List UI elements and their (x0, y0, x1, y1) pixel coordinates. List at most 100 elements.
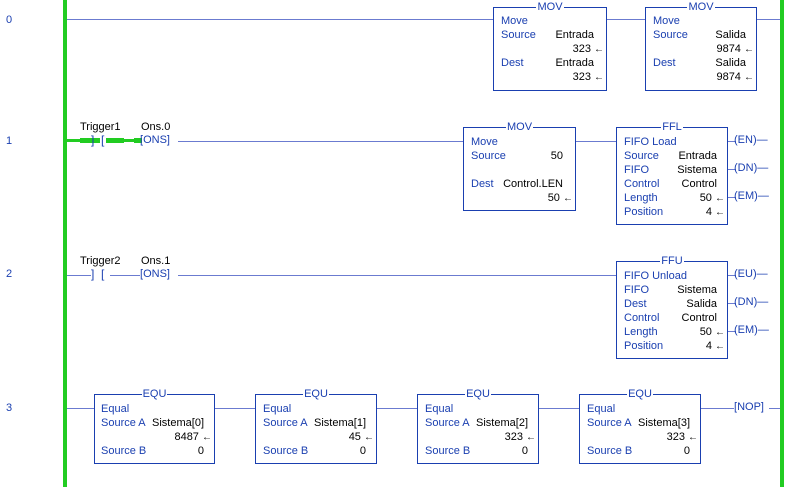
fifo-label: FIFO (624, 284, 650, 296)
source-a-tag[interactable]: Sistema[3] (638, 416, 690, 430)
rung1-ons-instruction[interactable]: [ONS] (140, 134, 170, 147)
rung0-wire-mid (607, 19, 645, 20)
rung0-wire-end (757, 19, 780, 20)
source-b-label: Source B (587, 445, 633, 457)
left-arrow-icon: ← (526, 432, 536, 443)
rung1-contact-energized-2 (106, 138, 124, 143)
dest-tag[interactable]: Entrada (555, 56, 594, 70)
left-arrow-icon: ← (715, 327, 725, 338)
ons-label: ONS (143, 134, 167, 146)
left-arrow-icon: ← (715, 341, 725, 352)
output-label: EM (737, 324, 755, 336)
left-arrow-icon: ← (563, 193, 573, 204)
source-a-label: Source A (425, 417, 470, 429)
rung3-equ-block-3[interactable]: EQU Equal Source A Sistema[3] 323 ← Sour… (579, 388, 701, 464)
rung1-mov-block[interactable]: MOV Move Source 50 Dest Control.LEN 50 ← (463, 121, 576, 211)
control-tag[interactable]: Control (682, 177, 717, 191)
source-label: Source (471, 150, 506, 162)
equ-name: Equal (263, 403, 292, 415)
rung1-output-en[interactable]: (EN)— (734, 134, 768, 147)
source-label: Source (653, 29, 688, 41)
source-value[interactable]: 50 (551, 149, 563, 163)
equ-name: Equal (425, 403, 454, 415)
position-value[interactable]: 4 (706, 206, 712, 218)
source-a-tag[interactable]: Sistema[1] (314, 416, 366, 430)
rung-number-2[interactable]: 2 (6, 268, 12, 280)
rung2-ons-instruction[interactable]: [ONS] (140, 268, 170, 281)
source-a-value: 323 (666, 431, 685, 443)
equ-title: EQU (141, 388, 168, 400)
source-value: 323 (572, 43, 591, 55)
rung1-ons-tag[interactable]: Ons.0 (141, 121, 170, 134)
control-tag[interactable]: Control (682, 311, 717, 325)
rung3-equ-block-1[interactable]: EQU Equal Source A Sistema[1] 45 ← Sourc… (255, 388, 377, 464)
fifo-tag[interactable]: Sistema (677, 283, 717, 297)
rung3-equ-block-2[interactable]: EQU Equal Source A Sistema[2] 323 ← Sour… (417, 388, 539, 464)
dest-value: 323 (572, 71, 591, 83)
dest-label: Dest (501, 57, 524, 69)
rung1-wire-mid (576, 141, 616, 142)
source-a-label: Source A (587, 417, 632, 429)
rung2-output-dn[interactable]: (DN)— (734, 296, 768, 309)
rung0-mov1-block[interactable]: MOV Move Source Entrada 323 ← Dest Entra… (493, 1, 607, 91)
rung2-ons-tag[interactable]: Ons.1 (141, 255, 170, 268)
rung2-wire-2 (110, 275, 140, 276)
source-b-value[interactable]: 0 (684, 444, 690, 458)
ons-label: ONS (143, 268, 167, 280)
rung2-ffu-block[interactable]: FFU FIFO Unload FIFO Sistema Dest Salida… (616, 255, 728, 359)
rung0-mov2-block[interactable]: MOV Move Source Salida 9874 ← Dest Salid… (645, 1, 757, 91)
rung2-xic-contact[interactable]: ] [ (91, 268, 104, 281)
equ-name: Equal (587, 403, 616, 415)
rung-number-1[interactable]: 1 (6, 135, 12, 147)
length-value[interactable]: 50 (700, 326, 712, 338)
length-label: Length (624, 326, 658, 338)
rung2-output-eu[interactable]: (EU)— (734, 268, 768, 281)
left-arrow-icon: ← (744, 72, 754, 83)
rung1-output-dn[interactable]: (DN)— (734, 162, 768, 175)
source-a-tag[interactable]: Sistema[2] (476, 416, 528, 430)
output-label: DN (737, 296, 754, 308)
source-tag[interactable]: Entrada (678, 149, 717, 163)
dest-tag[interactable]: Control.LEN (503, 177, 563, 191)
source-label: Source (624, 150, 659, 162)
output-label: DN (737, 162, 754, 174)
position-label: Position (624, 340, 664, 352)
rung3-wire-start (67, 408, 94, 409)
rung2-output-em[interactable]: (EM)— (734, 324, 769, 337)
length-value[interactable]: 50 (700, 192, 712, 204)
rung1-xic-contact[interactable]: ] [ (91, 134, 104, 147)
output-label: EU (737, 268, 753, 280)
left-arrow-icon: ← (715, 193, 725, 204)
rung3-equ-block-0[interactable]: EQU Equal Source A Sistema[0] 8487 ← Sou… (94, 388, 215, 464)
source-b-value[interactable]: 0 (522, 444, 528, 458)
rung1-ffl-block[interactable]: FFL FIFO Load Source Entrada FIFO Sistem… (616, 121, 728, 225)
source-tag[interactable]: Salida (715, 28, 746, 42)
position-label: Position (624, 206, 664, 218)
mov-name: Move (471, 136, 498, 148)
left-arrow-icon: ← (594, 72, 604, 83)
rung3-nop-instruction[interactable]: [NOP] (734, 401, 764, 414)
nop-label: NOP (737, 401, 761, 413)
source-a-tag[interactable]: Sistema[0] (152, 416, 204, 430)
source-a-value: 8487 (174, 431, 199, 443)
dest-tag[interactable]: Salida (686, 297, 717, 311)
dest-value: 9874 (716, 71, 741, 83)
left-arrow-icon: ← (594, 44, 604, 55)
dest-tag[interactable]: Salida (715, 56, 746, 70)
rung-number-3[interactable]: 3 (6, 402, 12, 414)
mov-name: Move (653, 15, 680, 27)
rung-number-0[interactable]: 0 (6, 14, 12, 26)
rung1-wire (178, 141, 463, 142)
control-label: Control (624, 312, 660, 324)
source-b-value[interactable]: 0 (360, 444, 366, 458)
position-value[interactable]: 4 (706, 340, 712, 352)
source-b-value[interactable]: 0 (198, 444, 204, 458)
source-a-label: Source A (101, 417, 146, 429)
rung3-wire-3 (539, 408, 579, 409)
fifo-tag[interactable]: Sistema (677, 163, 717, 177)
left-arrow-icon: ← (364, 432, 374, 443)
rung1-output-em[interactable]: (EM)— (734, 190, 769, 203)
source-a-label: Source A (263, 417, 308, 429)
source-b-label: Source B (263, 445, 309, 457)
source-tag[interactable]: Entrada (555, 28, 594, 42)
